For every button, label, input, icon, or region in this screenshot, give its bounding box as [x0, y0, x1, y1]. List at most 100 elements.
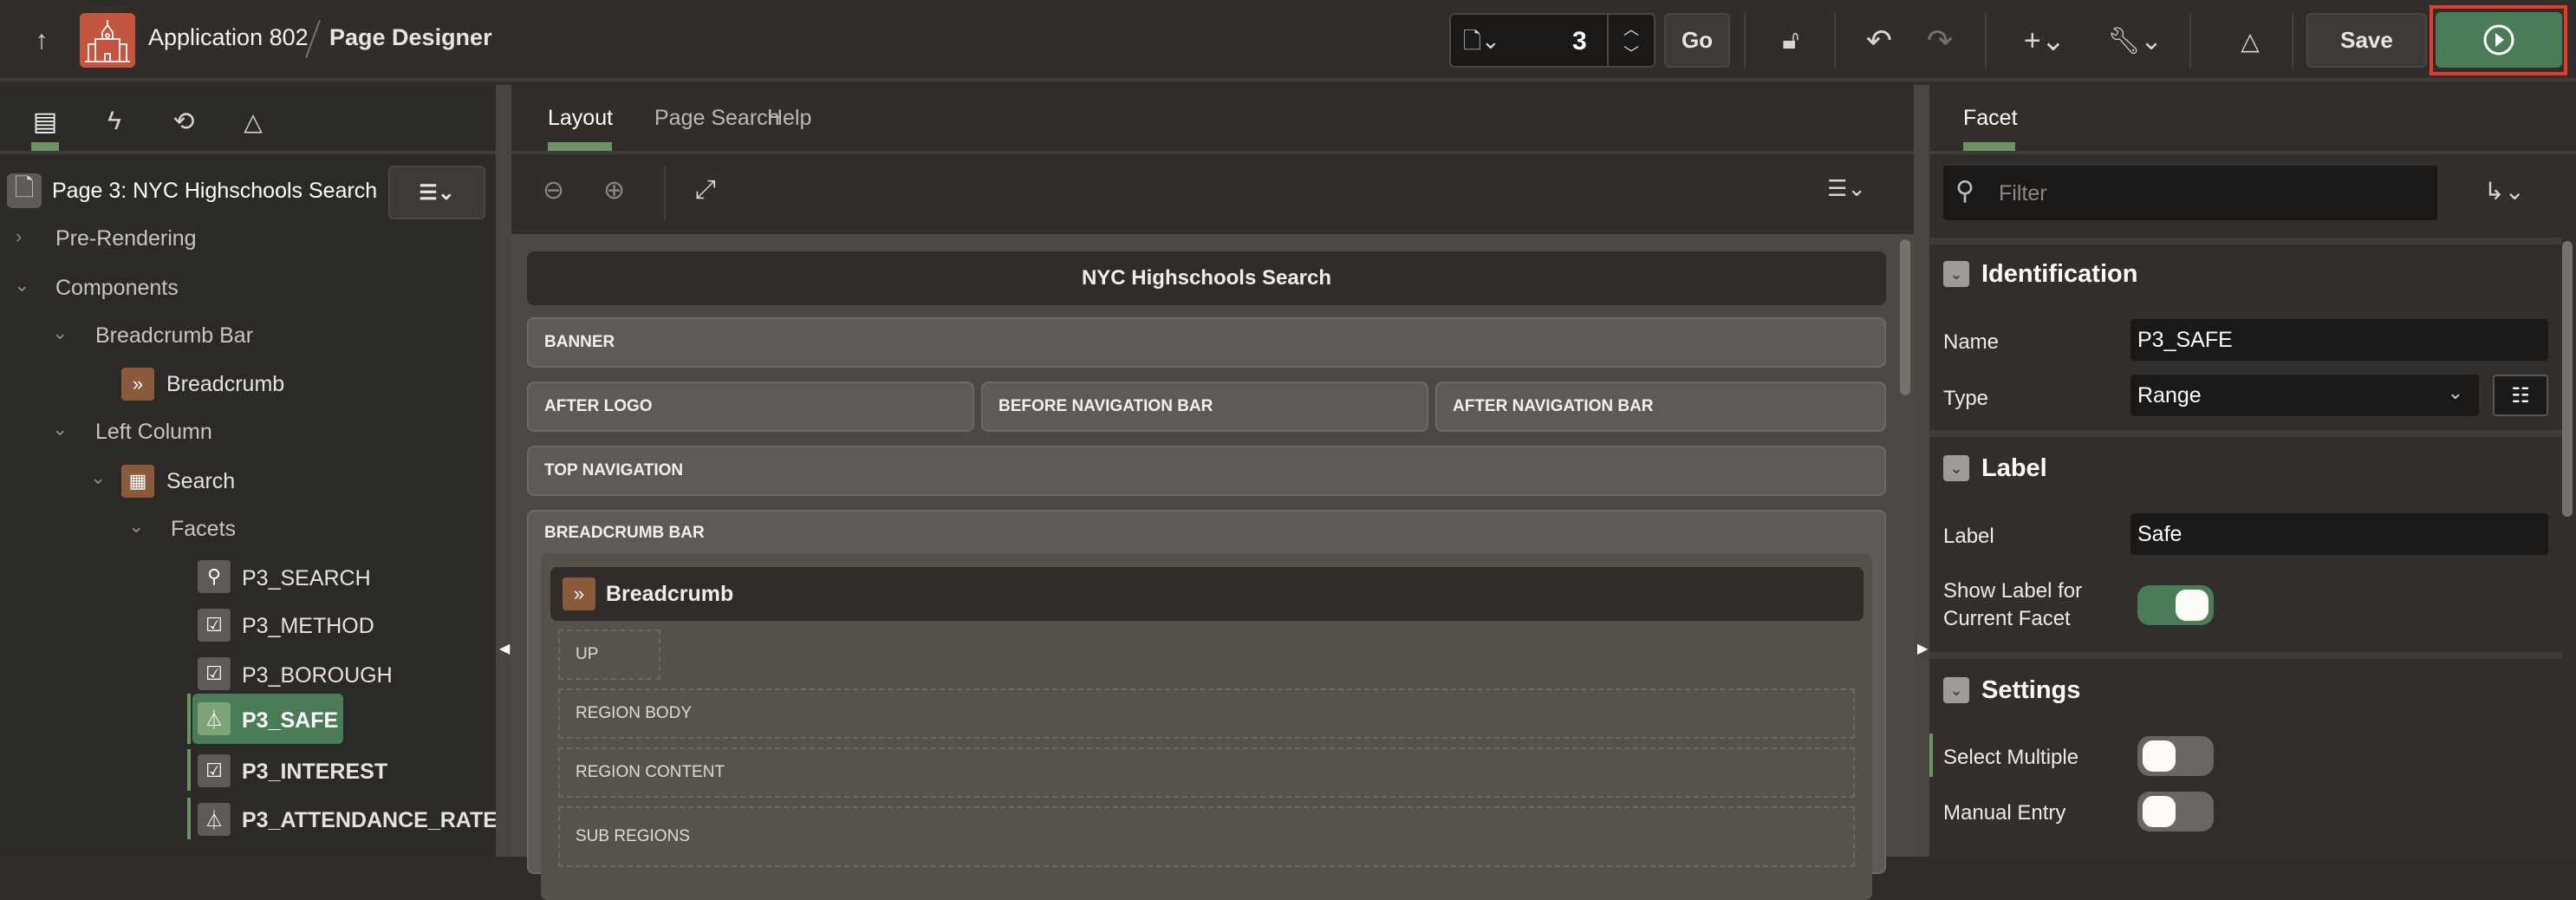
slot-sub-regions[interactable]: SUB REGIONS: [558, 806, 1855, 867]
tree-item-p3-borough[interactable]: P3_BOROUGH: [242, 663, 393, 688]
layout-menu-icon[interactable]: ☰⌄: [1827, 175, 1866, 202]
region-banner[interactable]: BANNER: [527, 317, 1886, 368]
chevron-down-icon[interactable]: ⌄: [14, 274, 29, 297]
page-down-icon[interactable]: ﹀: [1612, 42, 1650, 63]
tree-item-p3-interest[interactable]: P3_INTEREST: [242, 760, 387, 785]
chevron-down-icon[interactable]: ⌄: [90, 466, 106, 489]
expand-icon[interactable]: ⤢: [695, 175, 716, 205]
dynamic-actions-tab-icon[interactable]: ϟ: [95, 102, 133, 140]
app-logo-icon[interactable]: [80, 13, 135, 68]
type-label: Type: [1943, 387, 1989, 410]
up-arrow-icon[interactable]: ↑: [26, 22, 57, 60]
show-label-toggle[interactable]: [2137, 585, 2214, 625]
chevron-down-icon[interactable]: ⌄: [1943, 455, 1969, 481]
tree-menu-button[interactable]: ☰⌄: [388, 166, 485, 219]
tree-item-p3-attendance-rate[interactable]: P3_ATTENDANCE_RATE: [242, 808, 498, 833]
section-label[interactable]: Label: [1981, 454, 2047, 483]
tab-help[interactable]: Help: [767, 106, 811, 131]
region-top-navigation[interactable]: TOP NAVIGATION: [527, 446, 1886, 496]
shared-components-tab-icon[interactable]: △: [234, 102, 272, 140]
tree-item-components[interactable]: Components: [55, 276, 179, 301]
search-icon: ⚲: [198, 560, 231, 593]
breadcrumb-region-title: Breadcrumb: [606, 582, 734, 606]
chevron-down-icon: ⌄: [2447, 382, 2463, 403]
tree-item-search[interactable]: Search: [166, 469, 235, 494]
go-button[interactable]: Go: [1664, 13, 1730, 68]
zoom-out-icon[interactable]: ⊖: [543, 175, 564, 205]
plus-icon[interactable]: +⌄: [2016, 21, 2073, 61]
slot-region-content[interactable]: REGION CONTENT: [558, 747, 1855, 798]
chevron-down-icon[interactable]: ⌄: [52, 322, 68, 344]
processing-tab-icon[interactable]: ⟲: [165, 102, 203, 140]
top-bar: ↑ Application 802 Page Designer 🗋⌄ 3 ︿ ﹀…: [0, 0, 2576, 82]
save-button[interactable]: Save: [2306, 13, 2427, 68]
page-selector[interactable]: 🗋⌄ 3 ︿ ﹀: [1449, 13, 1656, 68]
tab-layout[interactable]: Layout: [548, 106, 613, 131]
slot-up[interactable]: UP: [558, 629, 660, 680]
filter-input[interactable]: ⚲ Filter: [1943, 166, 2437, 220]
range-icon: ⏃: [198, 702, 231, 735]
show-label-label-2: Current Facet: [1943, 607, 2071, 630]
run-button[interactable]: [2436, 12, 2562, 68]
region-after-navigation-bar[interactable]: AFTER NAVIGATION BAR: [1435, 382, 1886, 432]
tree-item-breadcrumb-bar[interactable]: Breadcrumb Bar: [95, 323, 253, 349]
slot-region-body[interactable]: REGION BODY: [558, 688, 1855, 739]
wrench-icon[interactable]: 🔧︎⌄: [2106, 21, 2163, 61]
right-splitter[interactable]: ▶: [1914, 85, 1929, 857]
chevron-down-icon[interactable]: ⌄: [52, 418, 68, 440]
properties-scrollbar[interactable]: [2562, 241, 2573, 517]
manual-entry-toggle[interactable]: [2137, 792, 2214, 832]
checkbox-list-icon: ☑: [198, 609, 231, 642]
tree-item-left-column[interactable]: Left Column: [95, 420, 212, 445]
tab-facet[interactable]: Facet: [1963, 106, 2018, 131]
layout-canvas: NYC Highschools Search BANNER AFTER LOGO…: [511, 234, 1914, 900]
tree-item-p3-search[interactable]: P3_SEARCH: [242, 566, 371, 591]
page-icon[interactable]: 🗋⌄: [1463, 25, 1500, 63]
manual-entry-label: Manual Entry: [1943, 801, 2066, 825]
page-up-icon[interactable]: ︿: [1612, 18, 1650, 39]
chevron-down-icon[interactable]: ⌄: [1943, 677, 1969, 703]
app-name[interactable]: Application 802: [148, 24, 309, 51]
page-designer-title: Page Designer: [329, 24, 492, 50]
label-input[interactable]: Safe: [2130, 513, 2548, 555]
rendering-tab-icon[interactable]: ▤: [26, 102, 64, 140]
search-region-icon: ▦: [121, 465, 154, 498]
shapes-icon[interactable]: △: [2231, 21, 2269, 61]
left-splitter[interactable]: ◀: [496, 85, 511, 857]
tab-page-search[interactable]: Page Search: [654, 106, 780, 131]
region-before-navigation-bar[interactable]: BEFORE NAVIGATION BAR: [981, 382, 1428, 432]
tree-item-facets[interactable]: Facets: [171, 517, 236, 542]
redo-icon[interactable]: ↷: [1921, 21, 1959, 61]
chevron-right-icon[interactable]: ›: [16, 225, 22, 248]
goto-group-icon[interactable]: ↳⌄: [2484, 177, 2525, 205]
tree-item-breadcrumb[interactable]: Breadcrumb: [166, 372, 284, 397]
select-multiple-toggle[interactable]: [2137, 736, 2214, 776]
list-icon[interactable]: ☷: [2493, 375, 2548, 416]
chevron-down-icon[interactable]: ⌄: [1943, 261, 1969, 287]
section-settings[interactable]: Settings: [1981, 676, 2080, 705]
breadcrumb-bar-label: BREADCRUMB BAR: [544, 524, 705, 542]
checkbox-list-icon: ☑: [198, 657, 231, 690]
name-input[interactable]: P3_SAFE: [2130, 319, 2548, 361]
zoom-in-icon[interactable]: ⊕: [603, 175, 625, 205]
tree-item-p3-safe[interactable]: P3_SAFE: [242, 708, 338, 734]
name-label: Name: [1943, 330, 2000, 354]
canvas-scrollbar[interactable]: [1900, 239, 1910, 395]
tree-item-p3-method[interactable]: P3_METHOD: [242, 614, 374, 639]
select-multiple-label: Select Multiple: [1943, 746, 2079, 769]
type-select[interactable]: Range ⌄: [2130, 375, 2479, 416]
label-label: Label: [1943, 525, 1994, 548]
chevron-down-icon[interactable]: ⌄: [128, 515, 144, 538]
property-editor: Facet ⚲ Filter ↳⌄ ⌄ Identification Name …: [1929, 85, 2576, 857]
region-after-logo[interactable]: AFTER LOGO: [527, 382, 974, 432]
tree-item-pre-rendering[interactable]: Pre-Rendering: [55, 226, 197, 251]
page-number-input[interactable]: 3: [1572, 27, 1587, 56]
page-title-bar[interactable]: NYC Highschools Search: [527, 251, 1886, 305]
lock-icon[interactable]: 🔓︎: [1772, 21, 1810, 61]
undo-icon[interactable]: ↶: [1860, 21, 1898, 61]
left-panel: ▤ ϟ ⟲ △ 🗋 Page 3: NYC Highschools Search…: [0, 85, 498, 857]
breadcrumb-region[interactable]: » Breadcrumb: [550, 567, 1864, 621]
page-title[interactable]: Page 3: NYC Highschools Search: [52, 179, 377, 204]
section-identification[interactable]: Identification: [1981, 260, 2137, 289]
center-header: Layout Page Search Help ⊖ ⊕ ⤢ ☰⌄: [511, 85, 1914, 234]
